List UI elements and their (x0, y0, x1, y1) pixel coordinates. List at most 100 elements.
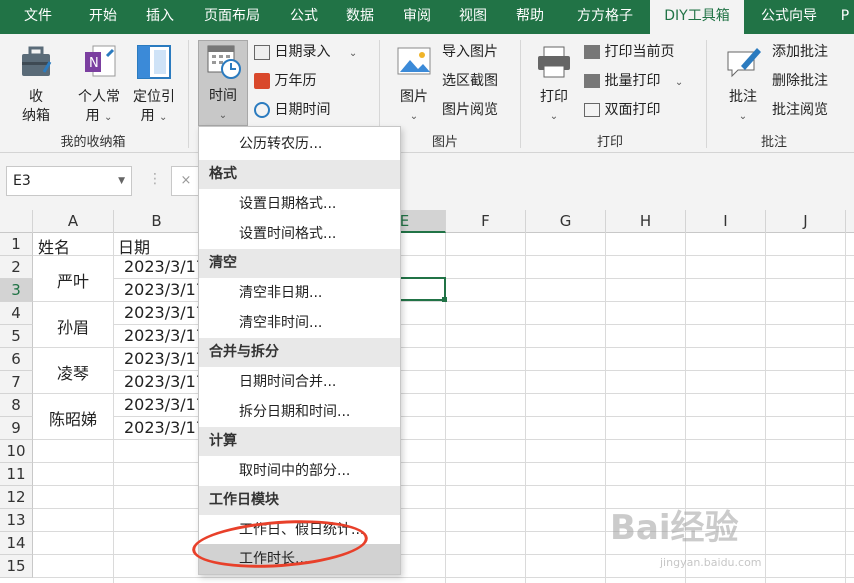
row-header-2[interactable]: 2 (0, 256, 33, 279)
tab-page-layout[interactable]: 页面布局 (193, 0, 271, 34)
name-box[interactable]: E3 ▼ (6, 166, 132, 196)
cell-b8[interactable]: 2023/3/17 (124, 395, 200, 414)
menu-item-clear-non-time[interactable]: 清空非时间... (199, 308, 400, 338)
column-header-i[interactable]: I (686, 210, 766, 233)
row-header-4[interactable]: 4 (0, 302, 33, 325)
calendar-red-icon (254, 73, 270, 89)
drag-handle-icon[interactable]: ⋮ (148, 171, 162, 187)
picture-button[interactable]: 图片 ⌄ (392, 42, 436, 126)
name-box-value: E3 (13, 173, 31, 189)
storage-box-button[interactable]: 收 纳箱 (8, 42, 64, 126)
date-time-button[interactable]: 日期时间 (254, 99, 330, 121)
menu-item-set-date-format[interactable]: 设置日期格式... (199, 189, 400, 219)
personal-common-button[interactable]: N 个人常 用 ⌄ (72, 42, 126, 127)
personal-common-label-2: 用 (85, 108, 100, 124)
cell-b2[interactable]: 2023/3/17 (124, 257, 200, 276)
group-separator (188, 40, 189, 148)
menu-item-merge-datetime[interactable]: 日期时间合并... (199, 367, 400, 397)
tab-file[interactable]: 文件 (10, 0, 66, 34)
clock-icon (254, 102, 270, 118)
tab-diy-toolbox[interactable]: DIY工具箱 (650, 0, 744, 34)
chevron-down-icon: ⌄ (674, 77, 684, 88)
tab-insert[interactable]: 插入 (136, 0, 184, 34)
locate-reference-button[interactable]: 定位引 用 ⌄ (127, 42, 181, 127)
tab-help[interactable]: 帮助 (506, 0, 554, 34)
locate-reference-label-2: 用 (140, 108, 155, 124)
row-header-14[interactable]: 14 (0, 532, 33, 555)
cell-b6[interactable]: 2023/3/17 (124, 349, 200, 368)
row-header-12[interactable]: 12 (0, 486, 33, 509)
comment-browse-button[interactable]: 批注阅览 (772, 99, 828, 121)
column-header-b[interactable]: B (114, 210, 200, 233)
column-header-a[interactable]: A (33, 210, 114, 233)
column-header-g[interactable]: G (526, 210, 606, 233)
cell-b7[interactable]: 2023/3/17 (124, 372, 200, 391)
column-header-j[interactable]: J (766, 210, 846, 233)
menu-header-merge-split: 合并与拆分 (199, 338, 400, 367)
toolbox-icon (22, 46, 52, 76)
time-button-label: 时间 (209, 88, 237, 104)
menu-item-clear-non-date[interactable]: 清空非日期... (199, 278, 400, 308)
print-current-page-button[interactable]: 打印当前页 (584, 41, 674, 63)
chevron-down-icon: ⌄ (348, 48, 358, 59)
tab-formula-wizard[interactable]: 公式向导 (751, 0, 827, 34)
chevron-down-icon: ⌄ (409, 111, 419, 122)
cell-a4-merged[interactable]: 孙眉 (33, 314, 113, 338)
tab-data[interactable]: 数据 (336, 0, 384, 34)
range-screenshot-button[interactable]: 选区截图 (442, 70, 498, 92)
cancel-formula-button[interactable]: × (171, 166, 201, 196)
row-header-9[interactable]: 9 (0, 417, 33, 440)
panel-layout-icon (137, 45, 171, 79)
menu-item-set-time-format[interactable]: 设置时间格式... (199, 219, 400, 249)
batch-print-button[interactable]: 批量打印 ⌄ (584, 70, 683, 92)
row-header-6[interactable]: 6 (0, 348, 33, 371)
menu-item-split-datetime[interactable]: 拆分日期和时间... (199, 397, 400, 427)
row-header-7[interactable]: 7 (0, 371, 33, 394)
column-header-f[interactable]: F (446, 210, 526, 233)
row-header-10[interactable]: 10 (0, 440, 33, 463)
time-button[interactable]: 时间 ⌄ (198, 40, 248, 126)
column-header-h[interactable]: H (606, 210, 686, 233)
fill-handle[interactable] (442, 297, 447, 302)
chevron-down-icon[interactable]: ▼ (118, 167, 125, 195)
import-picture-button[interactable]: 导入图片 (442, 41, 498, 63)
cell-a6-merged[interactable]: 凌琴 (33, 360, 113, 384)
row-header-3[interactable]: 3 (0, 279, 33, 302)
cell-a2-merged[interactable]: 严叶 (33, 268, 113, 292)
print-label: 打印 (540, 89, 568, 105)
menu-item-lunar[interactable]: 公历转农历... (199, 129, 400, 159)
cell-b5[interactable]: 2023/3/17 (124, 326, 200, 345)
print-button[interactable]: 打印 ⌄ (532, 42, 576, 126)
tab-home[interactable]: 开始 (76, 0, 130, 34)
picture-browse-button[interactable]: 图片阅览 (442, 99, 498, 121)
row-header-1[interactable]: 1 (0, 233, 33, 256)
tab-view[interactable]: 视图 (449, 0, 497, 34)
tab-formulas[interactable]: 公式 (280, 0, 328, 34)
row-header-15[interactable]: 15 (0, 555, 33, 578)
row-header-5[interactable]: 5 (0, 325, 33, 348)
printer-icon (538, 46, 570, 78)
tab-more[interactable]: P (836, 0, 854, 34)
cell-b3[interactable]: 2023/3/17 (124, 280, 200, 299)
printer-small-icon (584, 45, 600, 59)
row-header-8[interactable]: 8 (0, 394, 33, 417)
comment-button[interactable]: 批注 ⌄ (720, 42, 766, 126)
tab-fangfang[interactable]: 方方格子 (566, 0, 644, 34)
tab-review[interactable]: 审阅 (393, 0, 441, 34)
onenote-doc-icon: N (85, 45, 116, 77)
add-comment-button[interactable]: 添加批注 (772, 41, 828, 63)
row-header-13[interactable]: 13 (0, 509, 33, 532)
date-entry-button[interactable]: 日期录入 ⌄ (254, 41, 357, 63)
select-all-corner[interactable] (0, 210, 33, 233)
cell-b4[interactable]: 2023/3/17 (124, 303, 200, 322)
perpetual-calendar-button[interactable]: 万年历 (254, 70, 316, 92)
cell-a1[interactable]: 姓名 (38, 234, 70, 258)
delete-comment-button[interactable]: 删除批注 (772, 70, 828, 92)
comment-pen-icon (727, 48, 761, 78)
cell-a8-merged[interactable]: 陈昭娣 (33, 406, 113, 430)
row-header-11[interactable]: 11 (0, 463, 33, 486)
cell-b1[interactable]: 日期 (118, 234, 150, 258)
menu-item-extract-time-part[interactable]: 取时间中的部分... (199, 456, 400, 486)
cell-b9[interactable]: 2023/3/17 (124, 418, 200, 437)
duplex-print-button[interactable]: 双面打印 (584, 99, 660, 121)
